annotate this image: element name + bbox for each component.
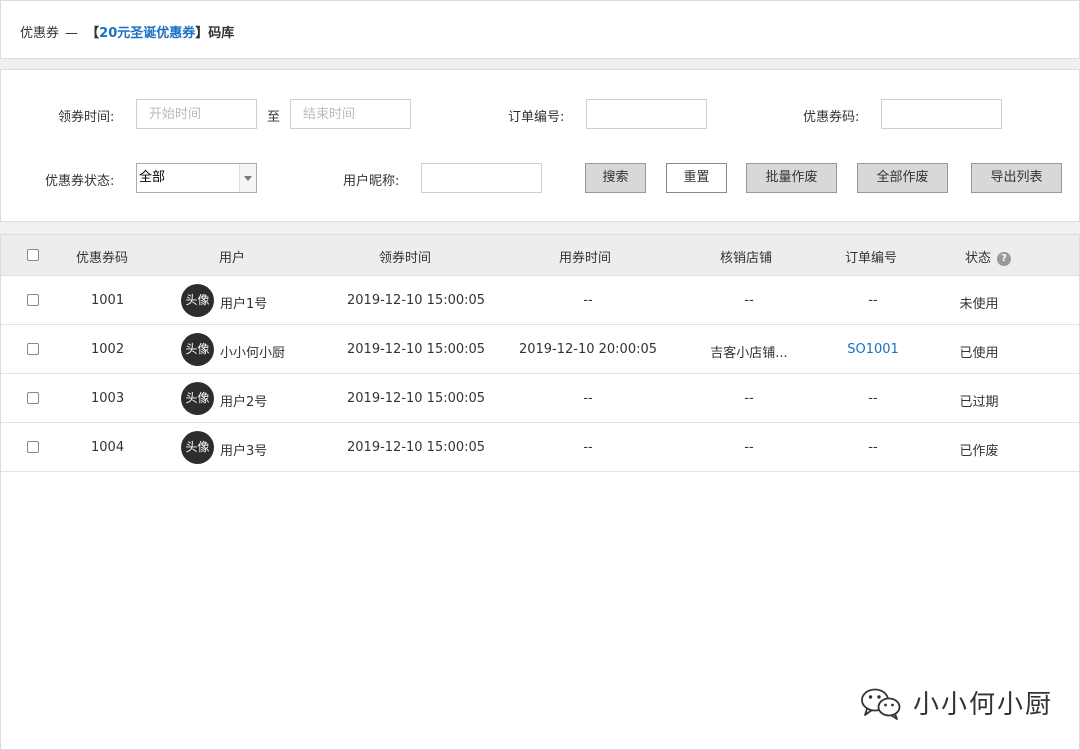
coupon-code: 1002: [91, 342, 125, 357]
receive-time: 2019-12-10 15:00:05: [347, 342, 486, 357]
coupon-code-input[interactable]: [894, 100, 1001, 128]
search-button[interactable]: 搜索: [585, 163, 646, 193]
use-time: 2019-12-10 20:00:05: [518, 342, 658, 357]
select-all-checkbox[interactable]: [27, 249, 39, 261]
nickname-label: 用户昵称:: [343, 174, 400, 189]
col-user: 用户: [219, 251, 246, 266]
order-number: --: [868, 440, 878, 455]
title-separator: —: [65, 26, 79, 41]
use-time: --: [583, 440, 593, 455]
avatar: 头像: [181, 382, 214, 415]
table-row: 1001 头像 用户1号 2019-12-10 15:00:05 -- -- -- 未使用: [1, 276, 1079, 325]
receive-time: 2019-12-10 15:00:05: [347, 391, 486, 406]
receive-time: 2019-12-10 15:00:05: [347, 293, 486, 308]
col-status: 状态?: [965, 247, 1012, 266]
table-row: 1002 头像 小小何小厨 2019-12-10 15:00:05 2019-12-10…: [1, 325, 1079, 374]
nickname-field[interactable]: [421, 163, 542, 193]
start-time-field[interactable]: [136, 99, 257, 129]
col-use-time: 用券时间: [559, 251, 612, 266]
filter-panel: 领券时间: 至 订单编号: 优惠券码: 优惠券状态: 全部 用户昵称: 搜索 重…: [0, 69, 1080, 222]
watermark-text: 小小何小厨: [913, 690, 1054, 720]
start-time-input[interactable]: [149, 100, 256, 128]
status-text: 已过期: [959, 395, 999, 410]
user-name: 用户1号: [220, 297, 268, 312]
chevron-down-icon[interactable]: [239, 164, 256, 192]
status-select[interactable]: 全部: [136, 163, 257, 193]
coupon-code: 1004: [91, 440, 125, 455]
store-name: --: [744, 391, 754, 406]
status-selected-value: 全部: [139, 170, 166, 185]
receive-time: 2019-12-10 15:00:05: [347, 440, 486, 455]
coupon-code-field[interactable]: [881, 99, 1002, 129]
title-prefix: 优惠券: [20, 26, 60, 41]
coupon-code-label: 优惠券码:: [803, 110, 860, 125]
batch-void-button[interactable]: 批量作废: [746, 163, 837, 193]
reset-button[interactable]: 重置: [666, 163, 727, 193]
avatar: 头像: [181, 284, 214, 317]
watermark: 小小何小厨: [859, 684, 1053, 721]
row-checkbox[interactable]: [27, 343, 39, 355]
coupon-table: 优惠券码 用户 领券时间 用券时间 核销店铺 订单编号 状态? 1001 头像 用户…: [0, 234, 1080, 750]
end-time-field[interactable]: [290, 99, 411, 129]
store-name: --: [744, 440, 754, 455]
coupon-name-link[interactable]: 20元圣诞优惠券: [99, 26, 195, 41]
export-list-button[interactable]: 导出列表: [971, 163, 1062, 193]
row-checkbox[interactable]: [27, 392, 39, 404]
col-order-no: 订单编号: [845, 251, 898, 266]
col-store: 核销店铺: [720, 251, 773, 266]
title-bracket-open: 【: [86, 26, 100, 41]
title-suffix: 码库: [208, 26, 235, 41]
user-name: 用户2号: [220, 395, 268, 410]
use-time: --: [583, 391, 593, 406]
order-number[interactable]: SO1001: [823, 342, 923, 357]
status-text: 未使用: [959, 297, 999, 312]
page-title: 优惠券 — 【20元圣诞优惠券】码库: [20, 22, 234, 41]
help-icon[interactable]: ?: [997, 252, 1012, 266]
end-time-input[interactable]: [303, 100, 410, 128]
to-label: 至: [267, 110, 281, 125]
status-label: 优惠券状态:: [45, 174, 115, 189]
status-text: 已使用: [959, 346, 999, 361]
coupon-code: 1001: [91, 293, 125, 308]
table-row: 1004 头像 用户3号 2019-12-10 15:00:05 -- -- -- 已作废: [1, 423, 1079, 472]
avatar: 头像: [181, 431, 214, 464]
row-checkbox[interactable]: [27, 294, 39, 306]
store-name: 吉客小店铺...: [710, 346, 788, 361]
table-row: 1003 头像 用户2号 2019-12-10 15:00:05 -- -- -- 已过期: [1, 374, 1079, 423]
receive-time-label: 领券时间:: [58, 110, 115, 125]
use-time: --: [583, 293, 593, 308]
void-all-button[interactable]: 全部作废: [857, 163, 948, 193]
order-no-input[interactable]: [599, 100, 706, 128]
store-name: --: [744, 293, 754, 308]
col-status-label: 状态: [965, 251, 992, 266]
user-name: 小小何小厨: [220, 346, 286, 361]
row-checkbox[interactable]: [27, 441, 39, 453]
order-number: --: [868, 293, 878, 308]
header-panel: 优惠券 — 【20元圣诞优惠券】码库: [0, 0, 1080, 59]
order-number: --: [868, 391, 878, 406]
title-bracket-close: 】: [195, 26, 209, 41]
col-receive-time: 领券时间: [379, 251, 432, 266]
user-name: 用户3号: [220, 444, 268, 459]
order-no-field[interactable]: [586, 99, 707, 129]
status-text: 已作废: [959, 444, 999, 459]
coupon-code: 1003: [91, 391, 125, 406]
avatar: 头像: [181, 333, 214, 366]
wechat-icon: [861, 688, 901, 720]
table-header: 优惠券码 用户 领券时间 用券时间 核销店铺 订单编号 状态?: [1, 235, 1079, 276]
col-coupon-code: 优惠券码: [76, 251, 129, 266]
order-no-label: 订单编号:: [508, 110, 565, 125]
nickname-input[interactable]: [434, 164, 541, 192]
